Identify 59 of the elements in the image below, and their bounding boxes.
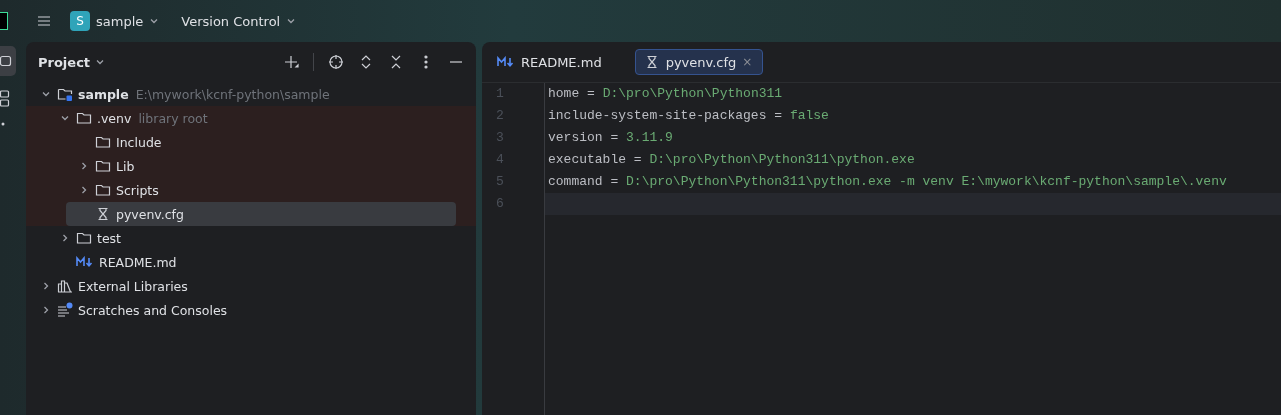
file-name: Scratches and Consoles	[78, 302, 228, 318]
chevron-down-icon[interactable]	[95, 57, 106, 67]
code-line: home = D:\pro\Python\Python311	[548, 86, 783, 101]
folder-icon	[95, 134, 111, 150]
project-tool-button[interactable]	[0, 46, 16, 76]
markdown-icon	[497, 56, 515, 68]
path-hint: library root	[138, 110, 208, 126]
chevron-right-icon[interactable]	[60, 233, 70, 243]
chevron-down-icon[interactable]	[149, 16, 160, 26]
module-folder-icon	[57, 86, 73, 102]
file-name: Include	[116, 134, 162, 150]
file-name: test	[97, 230, 121, 246]
file-name: sample	[78, 86, 129, 102]
chevron-down-icon[interactable]	[60, 113, 70, 123]
file-name: Scripts	[116, 182, 159, 198]
tree-item[interactable]: Scratches and Consoles	[40, 298, 468, 322]
chevron-right-icon[interactable]	[41, 281, 51, 291]
editor-tab[interactable]: pyvenv.cfg ×	[634, 49, 764, 75]
tree-item[interactable]: Include	[78, 130, 468, 154]
vcs-menu[interactable]: Version Control	[177, 9, 301, 33]
folder-icon	[95, 158, 111, 174]
chevron-right-icon[interactable]	[79, 185, 89, 195]
app-logo-icon	[0, 12, 8, 30]
selected-tree-item[interactable]: pyvenv.cfg	[66, 202, 456, 226]
tree-item[interactable]: Lib	[78, 154, 468, 178]
chevron-down-icon[interactable]	[286, 16, 297, 26]
file-name: .venv	[97, 110, 132, 126]
tree-item[interactable]: .venv library root	[59, 106, 468, 130]
panel-title[interactable]: Project	[38, 54, 106, 70]
tree-item[interactable]: Scripts	[78, 178, 468, 202]
tree-item[interactable]: sample E:\mywork\kcnf-python\sample	[40, 82, 468, 106]
library-icon	[57, 278, 73, 294]
code-line: include-system-site-packages = false	[548, 108, 829, 123]
file-name: README.md	[99, 254, 177, 270]
structure-icon[interactable]	[0, 90, 10, 108]
markdown-icon	[76, 256, 94, 268]
add-icon[interactable]	[283, 54, 299, 70]
code-line: version = 3.11.9	[548, 130, 673, 145]
chevron-down-icon[interactable]	[41, 89, 51, 99]
menu-icon[interactable]	[36, 13, 52, 29]
code-line: command = D:\pro\Python\Python311\python.exe -m venv E:\mywork\kcnf-python\sample\.venv	[548, 174, 1227, 189]
chevron-right-icon[interactable]	[79, 161, 89, 171]
folder-icon	[76, 230, 92, 246]
folder-icon	[95, 182, 111, 198]
path-hint: E:\mywork\kcnf-python\sample	[135, 86, 330, 102]
tree-item[interactable]: External Libraries	[40, 274, 468, 298]
tree-item[interactable]: README.md	[59, 250, 468, 274]
file-name: pyvenv.cfg	[116, 206, 184, 222]
file-name: External Libraries	[78, 278, 188, 294]
file-name: Lib	[116, 158, 135, 174]
locate-icon[interactable]	[328, 54, 344, 70]
project-selector[interactable]: S sample	[66, 7, 164, 35]
folder-icon	[76, 110, 92, 126]
editor-tab[interactable]: README.md	[494, 49, 613, 75]
more-icon[interactable]	[0, 122, 6, 126]
tree-item[interactable]: test	[59, 226, 468, 250]
scratches-icon	[57, 302, 73, 318]
code-line: executable = D:\pro\Python\Python311\python.exe	[548, 152, 915, 167]
chevron-right-icon[interactable]	[41, 305, 51, 315]
